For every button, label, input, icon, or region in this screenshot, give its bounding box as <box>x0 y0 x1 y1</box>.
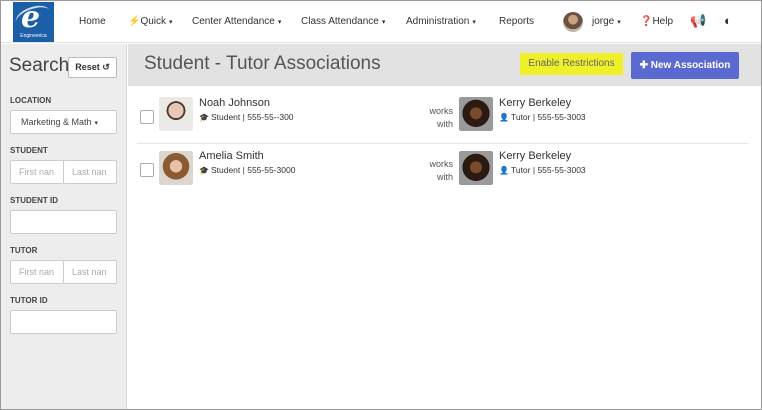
student-details: 🎓 Student | 555-55-3000 <box>199 165 296 175</box>
search-sidebar: Search Reset ↺ LOCATION Marketing & Math… <box>1 44 127 409</box>
logo-text: Engineerica <box>20 33 47 39</box>
chevron-down-icon: ▾ <box>94 120 99 127</box>
person-icon: 👤 <box>499 113 509 122</box>
page-title: Student - Tutor Associations <box>144 53 381 74</box>
student-photo <box>159 151 193 185</box>
nav-center-attendance[interactable]: Center Attendance ▾ <box>192 16 281 27</box>
contrast-icon[interactable]: ◐ <box>724 13 732 28</box>
association-row: Noah Johnson 🎓 Student | 555-55--300 work… <box>137 95 748 144</box>
graduate-icon: 🎓 <box>199 166 209 175</box>
student-first-name-input[interactable]: First nan <box>10 160 64 184</box>
chevron-down-icon: ▾ <box>617 19 621 26</box>
reset-button[interactable]: Reset ↺ <box>68 57 117 78</box>
top-navbar: e Engineerica Home ⚡Quick ▾ Center Attend… <box>1 1 761 43</box>
tutor-id-input[interactable] <box>10 310 117 334</box>
student-label: STUDENT <box>10 146 48 155</box>
plus-icon: ✚ <box>639 60 648 71</box>
megaphone-icon[interactable]: 📢 <box>690 13 706 29</box>
student-photo <box>159 97 193 131</box>
nav-class-attendance[interactable]: Class Attendance ▾ <box>301 16 385 27</box>
association-row: Amelia Smith 🎓 Student | 555-55-3000 work… <box>137 148 748 197</box>
tutor-id-label: TUTOR ID <box>10 296 48 305</box>
logo-e-icon: e <box>21 2 41 35</box>
user-menu[interactable]: jorge ▾ <box>592 16 621 27</box>
chevron-down-icon: ▾ <box>472 19 476 26</box>
help-link[interactable]: ❓Help <box>640 16 673 27</box>
chevron-down-icon: ▾ <box>277 19 282 26</box>
works-with-label: works with <box>429 106 453 129</box>
student-name[interactable]: Noah Johnson <box>199 97 270 109</box>
tutor-details: 👤 Tutor | 555-55-3003 <box>499 165 586 175</box>
location-select[interactable]: Marketing & Math ▾ <box>10 110 117 134</box>
question-circle-icon: ❓ <box>640 16 653 27</box>
enable-restrictions-button[interactable]: Enable Restrictions <box>520 53 623 75</box>
chevron-down-icon: ▾ <box>381 19 386 26</box>
graduate-icon: 🎓 <box>199 113 209 122</box>
bolt-icon: ⚡ <box>128 16 141 27</box>
brand-logo[interactable]: e Engineerica <box>13 2 54 42</box>
student-id-input[interactable] <box>10 210 117 234</box>
tutor-photo <box>459 151 493 185</box>
person-icon: 👤 <box>499 166 509 175</box>
tutor-last-name-input[interactable]: Last nan <box>63 260 117 284</box>
tutor-name[interactable]: Kerry Berkeley <box>499 97 571 109</box>
row-checkbox[interactable] <box>140 110 154 124</box>
nav-reports[interactable]: Reports <box>499 16 534 27</box>
tutor-photo <box>459 97 493 131</box>
nav-quick[interactable]: ⚡Quick ▾ <box>128 16 173 27</box>
student-id-label: STUDENT ID <box>10 196 58 205</box>
location-label: LOCATION <box>10 96 52 105</box>
row-checkbox[interactable] <box>140 163 154 177</box>
refresh-icon: ↺ <box>102 62 110 72</box>
search-title: Search <box>9 55 70 76</box>
chevron-down-icon: ▾ <box>169 19 173 26</box>
tutor-first-name-input[interactable]: First nan <box>10 260 64 284</box>
tutor-name[interactable]: Kerry Berkeley <box>499 150 571 162</box>
tutor-details: 👤 Tutor | 555-55-3003 <box>499 112 586 122</box>
new-association-button[interactable]: ✚ New Association <box>631 52 739 79</box>
student-last-name-input[interactable]: Last nan <box>63 160 117 184</box>
nav-administration[interactable]: Administration ▾ <box>406 16 476 27</box>
nav-home[interactable]: Home <box>79 16 106 27</box>
student-name[interactable]: Amelia Smith <box>199 150 264 162</box>
tutor-label: TUTOR <box>10 246 38 255</box>
student-details: 🎓 Student | 555-55--300 <box>199 112 294 122</box>
page-header: Student - Tutor Associations Enable Rest… <box>128 44 761 86</box>
user-avatar[interactable] <box>563 12 583 32</box>
works-with-label: works with <box>429 159 453 182</box>
